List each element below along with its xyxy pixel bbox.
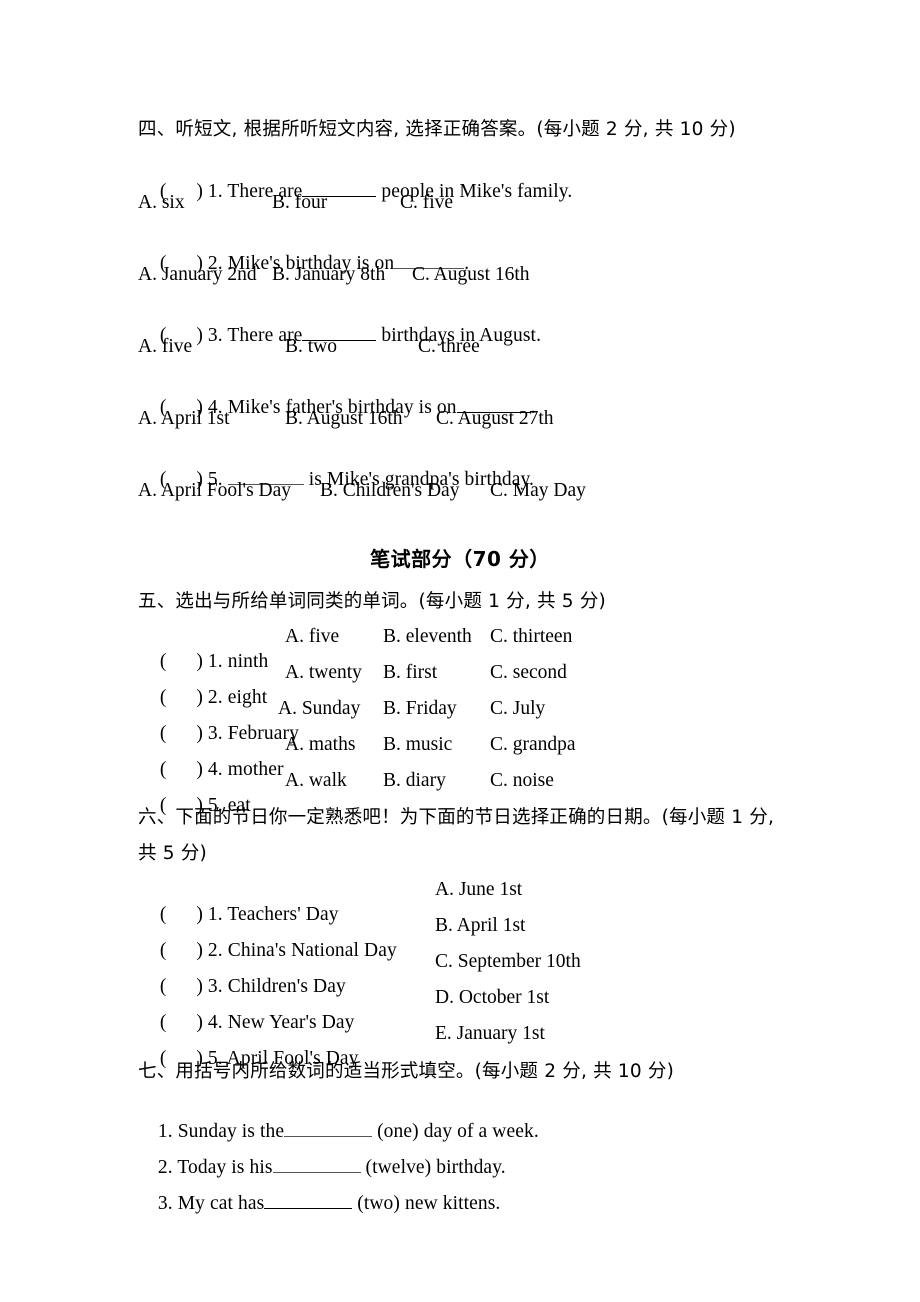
written-part-title: 笔试部分（70 分） bbox=[370, 547, 550, 571]
match-item-right[interactable]: B. April 1st bbox=[435, 915, 525, 937]
option-b[interactable]: B. August 16th bbox=[285, 408, 403, 430]
option-b[interactable]: B. Children's Day bbox=[320, 480, 459, 502]
option-a[interactable]: A. five bbox=[285, 626, 339, 648]
option-a[interactable]: A. twenty bbox=[285, 662, 362, 684]
option-a[interactable]: A. six bbox=[138, 192, 185, 214]
match-item-right[interactable]: D. October 1st bbox=[435, 987, 549, 1009]
option-c[interactable]: C. August 16th bbox=[412, 264, 530, 286]
option-a[interactable]: A. April 1st bbox=[138, 408, 230, 430]
match-item-right[interactable]: C. September 10th bbox=[435, 951, 581, 973]
section-four-heading: 四、听短文, 根据所听短文内容, 选择正确答案。(每小题 2 分, 共 10 分… bbox=[138, 119, 736, 140]
fill-blank-item: 3. My cat has (two) new kittens. bbox=[138, 1168, 500, 1240]
question-stem: ( ) 3. There are birthdays in August. bbox=[159, 325, 542, 346]
option-c[interactable]: C. noise bbox=[490, 770, 554, 792]
option-b[interactable]: B. first bbox=[383, 662, 437, 684]
option-c[interactable]: C. five bbox=[400, 192, 453, 214]
option-a[interactable]: A. walk bbox=[285, 770, 347, 792]
option-b[interactable]: B. two bbox=[285, 336, 337, 358]
option-c[interactable]: C. thirteen bbox=[490, 626, 572, 648]
option-c[interactable]: C. second bbox=[490, 662, 567, 684]
answer-blank[interactable] bbox=[264, 1193, 353, 1209]
match-item-left: ( ) 5. April Fool's Day bbox=[159, 1048, 359, 1069]
option-b[interactable]: B. four bbox=[272, 192, 327, 214]
option-c[interactable]: C. May Day bbox=[490, 480, 586, 502]
sentence-after: (two) new kittens. bbox=[357, 1193, 501, 1214]
section-seven-heading: 七、用括号内所给数词的适当形式填空。(每小题 2 分, 共 10 分) bbox=[138, 1061, 675, 1082]
option-b[interactable]: B. Friday bbox=[383, 698, 457, 720]
option-a[interactable]: A. maths bbox=[285, 734, 355, 756]
option-c[interactable]: C. three bbox=[418, 336, 480, 358]
option-c[interactable]: C. July bbox=[490, 698, 545, 720]
exam-paper-page: 四、听短文, 根据所听短文内容, 选择正确答案。(每小题 2 分, 共 10 分… bbox=[0, 0, 920, 1302]
option-a[interactable]: A. January 2nd bbox=[138, 264, 257, 286]
sentence-before: My cat has bbox=[177, 1193, 265, 1214]
option-b[interactable]: B. January 8th bbox=[272, 264, 385, 286]
option-b[interactable]: B. music bbox=[383, 734, 452, 756]
item-number: 3. bbox=[157, 1193, 173, 1214]
section-six-heading-line2: 共 5 分) bbox=[138, 843, 207, 864]
match-item-right[interactable]: E. January 1st bbox=[435, 1023, 545, 1045]
option-c[interactable]: C. grandpa bbox=[490, 734, 576, 756]
option-b[interactable]: B. diary bbox=[383, 770, 446, 792]
option-a[interactable]: A. Sunday bbox=[278, 698, 360, 720]
option-c[interactable]: C. August 27th bbox=[436, 408, 554, 430]
option-b[interactable]: B. eleventh bbox=[383, 626, 472, 648]
section-six-heading-line1: 六、下面的节日你一定熟悉吧！为下面的节日选择正确的日期。(每小题 1 分, bbox=[138, 807, 775, 828]
match-item-right[interactable]: A. June 1st bbox=[435, 879, 522, 901]
question-stem: ( ) 1. There are people in Mike's family… bbox=[159, 181, 573, 202]
section-five-heading: 五、选出与所给单词同类的单词。(每小题 1 分, 共 5 分) bbox=[138, 591, 606, 612]
option-a[interactable]: A. April Fool's Day bbox=[138, 480, 291, 502]
option-a[interactable]: A. five bbox=[138, 336, 192, 358]
